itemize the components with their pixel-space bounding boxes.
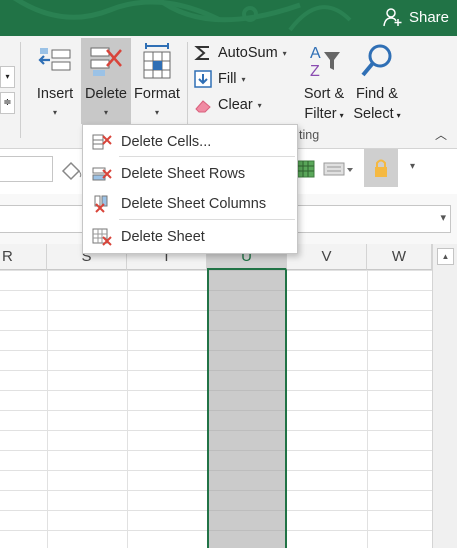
column-header-v[interactable]: V xyxy=(287,244,367,270)
delete-caret-icon: ▾ xyxy=(103,108,108,117)
fill-down-icon xyxy=(194,70,212,88)
fill-button[interactable]: Fill ▾ xyxy=(194,68,246,90)
format-button[interactable]: Format ▾ xyxy=(131,38,183,124)
find-select-button[interactable]: Find & Select ▾ xyxy=(350,38,404,124)
conditional-format-icon[interactable] xyxy=(296,158,316,180)
format-cells-icon xyxy=(143,43,171,79)
delete-button[interactable]: Delete ▾ xyxy=(81,38,131,124)
sigma-icon xyxy=(194,46,209,60)
menu-item-label: Delete Sheet Rows xyxy=(121,166,246,182)
editing-group-label: ting xyxy=(299,128,320,142)
menu-item-delete-sheet[interactable]: Delete Sheet xyxy=(83,224,297,250)
dropdown-arrow-box-2[interactable]: ≑ xyxy=(0,92,15,114)
clear-button[interactable]: Clear ▾ xyxy=(194,94,262,116)
fill-caret-icon: ▾ xyxy=(241,74,246,84)
collapse-ribbon-icon[interactable]: ︿ xyxy=(435,126,447,143)
autosum-button[interactable]: AutoSum ▾ xyxy=(194,42,287,64)
sort-filter-label-2: Filter ▾ xyxy=(304,106,344,122)
sort-filter-button[interactable]: A Z Sort & Filter ▾ xyxy=(299,38,349,124)
insert-cells-icon xyxy=(38,48,71,71)
selected-column-u[interactable] xyxy=(207,270,287,548)
vertical-scrollbar[interactable]: ▲ xyxy=(432,244,457,548)
eraser-icon xyxy=(195,100,211,113)
paint-bucket-icon[interactable] xyxy=(60,159,84,181)
svg-text:A: A xyxy=(310,45,321,62)
share-button[interactable]: Share xyxy=(383,6,449,28)
insert-label: Insert xyxy=(36,86,74,102)
menu-item-label: Delete Sheet xyxy=(121,229,205,245)
delete-sheet-icon xyxy=(92,228,112,246)
delete-cells-icon xyxy=(92,134,112,150)
insert-button[interactable]: Insert ▾ xyxy=(33,38,77,124)
expand-formula-bar-icon[interactable]: ▾ xyxy=(440,211,446,224)
clear-caret-icon: ▾ xyxy=(257,100,262,110)
format-caret-icon: ▾ xyxy=(154,108,159,117)
gridline xyxy=(367,270,368,548)
dropdown-arrow-box[interactable]: ▾ xyxy=(0,66,15,88)
menu-item-delete-cells[interactable]: Delete Cells... xyxy=(83,129,297,155)
person-add-icon xyxy=(383,8,402,27)
menu-separator xyxy=(119,219,295,220)
delete-columns-icon xyxy=(94,195,108,213)
svg-text:Z: Z xyxy=(310,63,320,80)
delete-rows-icon xyxy=(92,167,112,181)
highlighted-style-button[interactable] xyxy=(364,149,398,187)
gridline xyxy=(127,270,128,548)
format-label: Format xyxy=(134,86,180,102)
toolbar-more-icon[interactable]: ▾ xyxy=(410,161,415,172)
delete-dropdown-menu: Delete Cells... Delete Sheet Rows Delete… xyxy=(82,124,298,254)
find-select-label-2: Select ▾ xyxy=(353,106,401,122)
autosum-caret-icon: ▾ xyxy=(282,48,287,58)
magnifier-icon xyxy=(361,44,392,77)
sort-filter-label-1: Sort & xyxy=(303,86,345,102)
name-box[interactable] xyxy=(0,156,53,182)
title-bar-decoration xyxy=(13,0,352,32)
find-select-label-2-text: Select xyxy=(353,106,394,122)
column-header-w[interactable]: W xyxy=(367,244,432,270)
insert-caret-icon: ▾ xyxy=(52,108,57,117)
column-header-r[interactable]: R xyxy=(0,244,47,270)
share-label: Share xyxy=(408,8,449,26)
cell-styles-icon[interactable] xyxy=(322,158,354,180)
sort-filter-icon: A Z xyxy=(310,45,340,80)
sort-filter-label-2-text: Filter xyxy=(304,106,337,122)
title-bar: Share xyxy=(0,0,457,36)
autosum-label: AutoSum xyxy=(218,45,278,61)
ribbon-separator xyxy=(20,42,21,138)
find-select-label-1: Find & xyxy=(356,86,398,102)
delete-cells-icon xyxy=(90,47,122,76)
menu-item-label: Delete Sheet Columns xyxy=(121,196,267,212)
gridline xyxy=(47,270,48,548)
fill-label: Fill xyxy=(218,71,237,87)
ribbon-left-edge: ▾ ≑ xyxy=(0,36,17,148)
menu-item-delete-sheet-columns[interactable]: Delete Sheet Columns xyxy=(83,191,297,217)
menu-item-label: Delete Cells... xyxy=(121,134,212,150)
lock-icon xyxy=(375,159,387,177)
menu-separator xyxy=(119,156,295,157)
clear-label: Clear xyxy=(218,97,253,113)
menu-item-delete-sheet-rows[interactable]: Delete Sheet Rows xyxy=(83,161,297,187)
delete-label: Delete xyxy=(85,86,127,102)
scroll-up-icon[interactable]: ▲ xyxy=(437,248,454,265)
